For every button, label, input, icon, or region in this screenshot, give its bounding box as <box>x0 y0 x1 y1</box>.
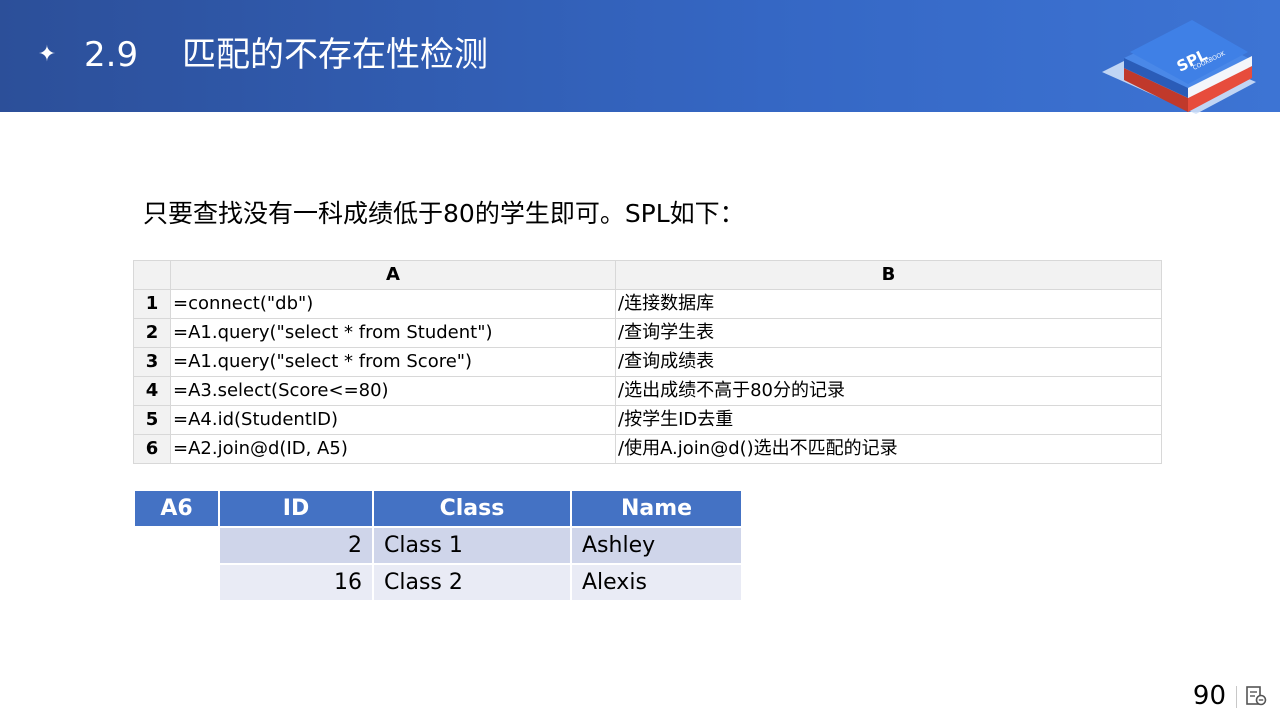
result-header-id: ID <box>220 491 372 526</box>
code-cell-b2[interactable]: /查询学生表 <box>615 318 1162 348</box>
code-grid-row: 1 =connect("db") /连接数据库 <box>133 289 1162 319</box>
code-cell-a1[interactable]: =connect("db") <box>170 289 616 319</box>
code-grid-row-number[interactable]: 2 <box>133 318 171 348</box>
intro-text: 只要查找没有一科成绩低于80的学生即可。SPL如下： <box>143 199 745 228</box>
code-cell-a4[interactable]: =A3.select(Score<=80) <box>170 376 616 406</box>
code-cell-b4[interactable]: /选出成绩不高于80分的记录 <box>615 376 1162 406</box>
code-cell-b1[interactable]: /连接数据库 <box>615 289 1162 319</box>
book-stack-logo-icon: SPL COOKBOOK <box>1102 20 1256 114</box>
code-cell-a5[interactable]: =A4.id(StudentID) <box>170 405 616 435</box>
result-header-name: Name <box>572 491 741 526</box>
result-header-class: Class <box>374 491 570 526</box>
slide-title: 匹配的不存在性检测 <box>182 35 488 75</box>
cell-class: Class 1 <box>374 528 570 563</box>
code-grid: A B 1 =connect("db") /连接数据库 2 =A1.query(… <box>133 260 1162 464</box>
code-grid-row: 4 =A3.select(Score<=80) /选出成绩不高于80分的记录 <box>133 376 1162 406</box>
code-grid-header-row: A B <box>133 260 1162 290</box>
cell-name: Ashley <box>572 528 741 563</box>
page-number: 90 <box>1192 681 1226 711</box>
code-grid-row: 3 =A1.query("select * from Score") /查询成绩… <box>133 347 1162 377</box>
table-row: 2 Class 1 Ashley <box>135 528 741 563</box>
code-grid-row-number[interactable]: 5 <box>133 405 171 435</box>
code-cell-b5[interactable]: /按学生ID去重 <box>615 405 1162 435</box>
code-grid-row: 6 =A2.join@d(ID, A5) /使用A.join@d()选出不匹配的… <box>133 434 1162 464</box>
code-grid-row: 2 =A1.query("select * from Student") /查询… <box>133 318 1162 348</box>
cell-name: Alexis <box>572 565 741 600</box>
sparkle-icon: ✦ <box>37 42 57 67</box>
code-grid-row-number[interactable]: 3 <box>133 347 171 377</box>
code-grid-row: 5 =A4.id(StudentID) /按学生ID去重 <box>133 405 1162 435</box>
notes-icon[interactable] <box>1244 684 1268 708</box>
result-label: A6 <box>135 491 218 526</box>
code-cell-b6[interactable]: /使用A.join@d()选出不匹配的记录 <box>615 434 1162 464</box>
table-row: 16 Class 2 Alexis <box>135 565 741 600</box>
code-cell-a6[interactable]: =A2.join@d(ID, A5) <box>170 434 616 464</box>
code-cell-a3[interactable]: =A1.query("select * from Score") <box>170 347 616 377</box>
cell-class: Class 2 <box>374 565 570 600</box>
slide-header: ✦ 2.9 匹配的不存在性检测 SPL COOKBOOK <box>0 0 1280 114</box>
result-header-row: A6 ID Class Name <box>135 491 741 526</box>
code-cell-a2[interactable]: =A1.query("select * from Student") <box>170 318 616 348</box>
code-grid-column-a[interactable]: A <box>170 260 616 290</box>
row-blank-cell <box>135 565 218 600</box>
result-table: A6 ID Class Name 2 Class 1 Ashley 16 Cla… <box>133 489 743 602</box>
cell-id: 16 <box>220 565 372 600</box>
cell-id: 2 <box>220 528 372 563</box>
section-number: 2.9 <box>84 35 139 75</box>
code-grid-row-number[interactable]: 4 <box>133 376 171 406</box>
code-grid-row-number[interactable]: 1 <box>133 289 171 319</box>
footer-divider <box>1236 686 1237 708</box>
code-grid-row-number[interactable]: 6 <box>133 434 171 464</box>
code-grid-column-b[interactable]: B <box>615 260 1162 290</box>
row-blank-cell <box>135 528 218 563</box>
code-cell-b3[interactable]: /查询成绩表 <box>615 347 1162 377</box>
code-grid-corner-cell <box>133 260 171 290</box>
